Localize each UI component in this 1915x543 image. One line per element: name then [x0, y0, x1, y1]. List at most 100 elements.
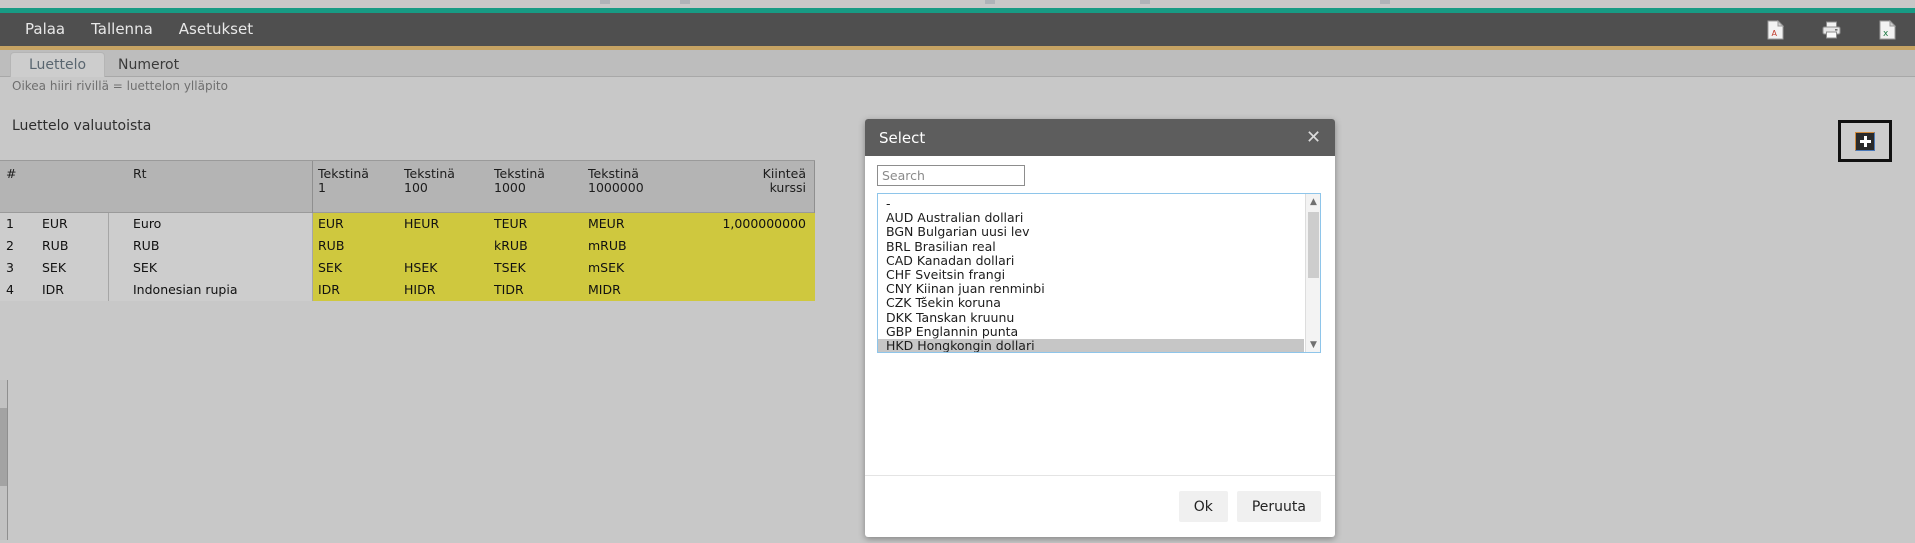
list-item[interactable]: AUD Australian dollari — [878, 211, 1304, 225]
grid-cell-num[interactable]: 4 — [6, 282, 14, 298]
menu-item-asetukset[interactable]: Asetukset — [166, 13, 266, 46]
list-item[interactable]: BGN Bulgarian uusi lev — [878, 225, 1304, 239]
list-item[interactable]: - — [878, 197, 1304, 211]
row-highlight-region — [312, 235, 815, 257]
list-item[interactable]: CHF Sveitsin frangi — [878, 268, 1304, 282]
grid-cell-t1000000[interactable]: MIDR — [588, 282, 621, 298]
grid-header-kurssi[interactable]: Kiinteä kurssi — [763, 167, 806, 195]
row-highlight-region — [312, 257, 815, 279]
main-menubar: Palaa Tallenna Asetukset A x — [0, 13, 1915, 46]
grid-column-separator — [312, 235, 313, 257]
close-icon[interactable]: ✕ — [1304, 128, 1323, 147]
dialog-title: Select — [879, 129, 925, 147]
grid-cell-t1000[interactable]: kRUB — [494, 238, 528, 254]
grid-cell-t1000[interactable]: TIDR — [494, 282, 524, 298]
dialog-footer: Ok Peruuta — [865, 475, 1335, 537]
list-item[interactable]: CNY Kiinan juan renminbi — [878, 282, 1304, 296]
list-item[interactable]: HKD Hongkongin dollari — [878, 339, 1304, 353]
list-item[interactable]: GBP Englannin punta — [878, 325, 1304, 339]
grid-cell-t1000[interactable]: TEUR — [494, 216, 527, 232]
grid-column-separator — [312, 161, 313, 214]
grid-cell-t100[interactable]: HSEK — [404, 260, 437, 276]
table-row[interactable]: 3 SEK SEK SEK HSEK TSEK mSEK — [0, 257, 815, 279]
grid-column-separator — [108, 257, 109, 279]
excel-export-icon[interactable]: x — [1859, 13, 1915, 46]
select-dialog: Select ✕ -AUD Australian dollariBGN Bulg… — [865, 119, 1335, 537]
grid-header-t1000000[interactable]: Tekstinä 1000000 — [588, 167, 644, 195]
grid-cell-code[interactable]: EUR — [42, 216, 68, 232]
ok-button[interactable]: Ok — [1179, 491, 1228, 522]
grid-cell-t1[interactable]: SEK — [318, 260, 342, 276]
table-row[interactable]: 1 EUR Euro EUR HEUR TEUR MEUR 1,000000000 — [0, 213, 815, 235]
currency-grid: # Rt Tekstinä 1 Tekstinä 100 Tekstinä 1000 Te… — [0, 160, 815, 301]
grid-cell-code[interactable]: RUB — [42, 238, 68, 254]
add-row-button[interactable] — [1838, 120, 1892, 162]
tab-bar: Luettelo Numerot — [0, 50, 1915, 77]
plus-icon — [1855, 132, 1875, 151]
chevron-down-icon[interactable]: ▼ — [1306, 337, 1321, 352]
grid-cell-t100[interactable]: HEUR — [404, 216, 439, 232]
cutoff-top-sliver — [0, 0, 1915, 8]
dialog-titlebar: Select ✕ — [865, 119, 1335, 156]
tab-luettelo[interactable]: Luettelo — [10, 52, 105, 77]
list-item[interactable]: CAD Kanadan dollari — [878, 254, 1304, 268]
grid-cell-rt[interactable]: SEK — [133, 260, 157, 276]
grid-header-t100[interactable]: Tekstinä 100 — [404, 167, 455, 195]
grid-cell-t1000000[interactable]: mSEK — [588, 260, 624, 276]
grid-header-t1[interactable]: Tekstinä 1 — [318, 167, 369, 195]
listbox-scrollbar-thumb[interactable] — [1308, 212, 1319, 278]
grid-column-separator — [312, 213, 313, 235]
tab-numerot-label: Numerot — [118, 57, 179, 73]
grid-column-separator — [108, 213, 109, 235]
grid-cell-kurssi[interactable]: 1,000000000 — [722, 216, 806, 232]
left-scrollbar[interactable] — [0, 380, 8, 540]
grid-cell-code[interactable]: IDR — [42, 282, 64, 298]
menubar-icon-group: A x — [1747, 13, 1915, 46]
grid-cell-t1000[interactable]: TSEK — [494, 260, 526, 276]
row-highlight-region — [312, 279, 815, 301]
list-item[interactable]: DKK Tanskan kruunu — [878, 311, 1304, 325]
grid-cell-rt[interactable]: Euro — [133, 216, 161, 232]
grid-cell-code[interactable]: SEK — [42, 260, 66, 276]
grid-column-separator — [108, 235, 109, 257]
menu-item-tallenna[interactable]: Tallenna — [78, 13, 166, 46]
grid-header-t1000[interactable]: Tekstinä 1000 — [494, 167, 545, 195]
tab-numerot[interactable]: Numerot — [100, 52, 197, 77]
grid-header-num[interactable]: # — [6, 167, 16, 181]
hint-bar — [0, 77, 1915, 97]
cancel-button[interactable]: Peruuta — [1237, 491, 1321, 522]
chevron-up-icon[interactable]: ▲ — [1306, 194, 1321, 209]
list-item[interactable]: CZK Tšekin koruna — [878, 296, 1304, 310]
dialog-body: -AUD Australian dollariBGN Bulgarian uus… — [865, 156, 1335, 353]
grid-cell-num[interactable]: 2 — [6, 238, 14, 254]
list-item[interactable]: BRL Brasilian real — [878, 240, 1304, 254]
table-row[interactable]: 4 IDR Indonesian rupia IDR HIDR TIDR MIDR — [0, 279, 815, 301]
svg-text:x: x — [1883, 29, 1889, 39]
table-row[interactable]: 2 RUB RUB RUB kRUB mRUB — [0, 235, 815, 257]
search-input[interactable] — [877, 165, 1025, 186]
menu-item-palaa[interactable]: Palaa — [12, 13, 78, 46]
grid-column-separator — [312, 257, 313, 279]
grid-cell-num[interactable]: 3 — [6, 260, 14, 276]
grid-cell-num[interactable]: 1 — [6, 216, 14, 232]
grid-cell-t100[interactable]: HIDR — [404, 282, 435, 298]
currency-list-items: -AUD Australian dollariBGN Bulgarian uus… — [878, 197, 1304, 353]
grid-column-separator — [814, 161, 815, 214]
left-scrollbar-thumb[interactable] — [0, 408, 7, 486]
print-icon[interactable] — [1803, 13, 1859, 46]
grid-cell-t1000000[interactable]: MEUR — [588, 216, 625, 232]
grid-column-separator — [108, 279, 109, 301]
grid-cell-t1[interactable]: IDR — [318, 282, 340, 298]
tab-luettelo-label: Luettelo — [29, 57, 86, 73]
grid-cell-rt[interactable]: Indonesian rupia — [133, 282, 237, 298]
grid-body: 1 EUR Euro EUR HEUR TEUR MEUR 1,000000000 2 RUB RU… — [0, 213, 815, 301]
currency-listbox[interactable]: -AUD Australian dollariBGN Bulgarian uus… — [877, 193, 1321, 353]
grid-header-rt[interactable]: Rt — [133, 167, 147, 181]
grid-cell-t1[interactable]: RUB — [318, 238, 344, 254]
grid-cell-rt[interactable]: RUB — [133, 238, 159, 254]
listbox-scrollbar[interactable]: ▲ ▼ — [1305, 194, 1320, 352]
pdf-export-icon[interactable]: A — [1747, 13, 1803, 46]
grid-cell-t1[interactable]: EUR — [318, 216, 344, 232]
hint-text: Oikea hiiri rivillä = luettelon ylläpito — [12, 79, 228, 93]
grid-cell-t1000000[interactable]: mRUB — [588, 238, 627, 254]
